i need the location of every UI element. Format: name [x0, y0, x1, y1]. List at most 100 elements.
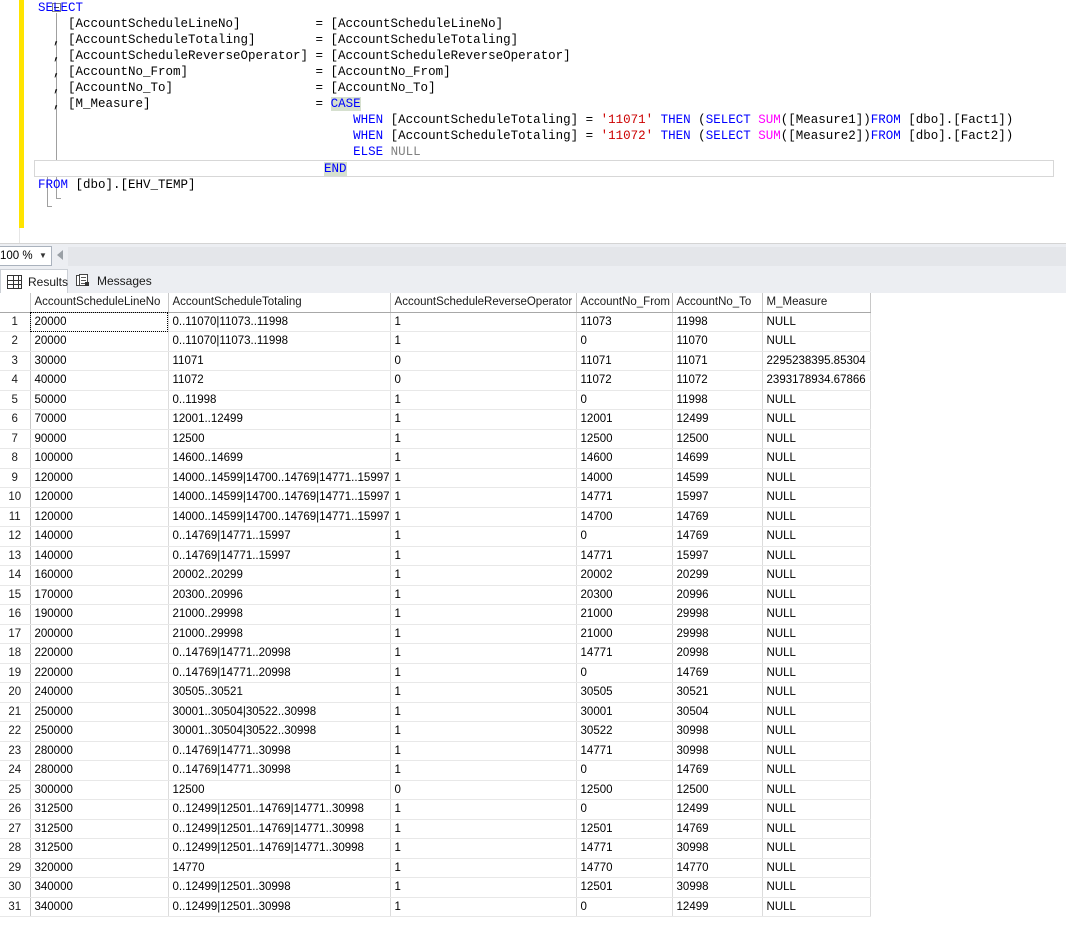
table-cell[interactable]: 21000..29998	[168, 624, 391, 644]
table-cell[interactable]: 15997	[672, 487, 763, 508]
table-cell[interactable]: 20996	[672, 585, 763, 605]
row-number-cell[interactable]: 8	[0, 448, 31, 469]
table-cell[interactable]: 0	[576, 526, 673, 547]
row-number-cell[interactable]: 26	[0, 799, 31, 820]
table-cell[interactable]: 0..11070|11073..11998	[168, 312, 391, 332]
table-cell[interactable]: NULL	[762, 643, 871, 664]
table-row[interactable]: 8 100000 14600..14699 1 14600 14699 NULL	[0, 448, 871, 469]
table-cell[interactable]: 1	[390, 312, 577, 332]
row-number-cell[interactable]: 27	[0, 819, 31, 839]
table-cell[interactable]: 140000	[30, 526, 169, 547]
table-cell[interactable]: 1	[390, 858, 577, 878]
table-cell[interactable]: 0	[390, 351, 577, 371]
table-row[interactable]: 18 220000 0..14769|14771..20998 1 14771 20998…	[0, 643, 871, 664]
table-cell[interactable]: 1	[390, 819, 577, 839]
code-line[interactable]: ELSE NULL	[38, 144, 1066, 160]
table-cell[interactable]: 30000	[30, 351, 169, 371]
table-cell[interactable]: NULL	[762, 409, 871, 430]
table-cell[interactable]: 0..14769|14771..20998	[168, 663, 391, 683]
row-number-cell[interactable]: 5	[0, 390, 31, 410]
row-number-cell[interactable]: 17	[0, 624, 31, 644]
table-cell[interactable]: 0..11998	[168, 390, 391, 410]
table-cell[interactable]: 0..12499|12501..14769|14771..30998	[168, 838, 391, 859]
table-cell[interactable]: 11071	[576, 351, 673, 371]
table-cell[interactable]: NULL	[762, 565, 871, 586]
table-cell[interactable]: 1	[390, 643, 577, 664]
table-cell[interactable]: 30998	[672, 877, 763, 898]
table-cell[interactable]: NULL	[762, 507, 871, 527]
table-cell[interactable]: NULL	[762, 741, 871, 761]
table-cell[interactable]: 0..12499|12501..30998	[168, 877, 391, 898]
code-line[interactable]: , [AccountNo_From] = [AccountNo_From]	[38, 64, 1066, 80]
table-cell[interactable]: 0	[576, 897, 673, 917]
table-cell[interactable]: 14000..14599|14700..14769|14771..15997	[168, 507, 391, 527]
column-header-accountschedulelineno[interactable]: AccountScheduleLineNo	[30, 293, 169, 313]
table-cell[interactable]: NULL	[762, 819, 871, 839]
zoom-level-dropdown[interactable]: 100 % ▼	[0, 246, 52, 266]
table-cell[interactable]: 0	[390, 780, 577, 800]
table-cell[interactable]: 11071	[168, 351, 391, 371]
table-cell[interactable]: 12500	[672, 780, 763, 800]
column-header-accountschedulereverseoperator[interactable]: AccountScheduleReverseOperator	[390, 293, 577, 313]
horizontal-split-handle[interactable]	[57, 250, 63, 260]
table-cell[interactable]: 1	[390, 409, 577, 430]
table-cell[interactable]: 21000..29998	[168, 604, 391, 625]
table-cell[interactable]: 14699	[672, 448, 763, 469]
code-line[interactable]: , [AccountNo_To] = [AccountNo_To]	[38, 80, 1066, 96]
table-cell[interactable]: 12500	[576, 780, 673, 800]
table-cell[interactable]: 14771	[576, 643, 673, 664]
table-cell[interactable]: 312500	[30, 799, 169, 820]
row-number-cell[interactable]: 16	[0, 604, 31, 625]
table-row[interactable]: 1 20000 0..11070|11073..11998 1 11073 11998 NU…	[0, 312, 871, 332]
code-line[interactable]: SELECT	[38, 0, 1066, 16]
table-cell[interactable]: 12499	[672, 799, 763, 820]
table-cell[interactable]: NULL	[762, 624, 871, 644]
table-cell[interactable]: 29998	[672, 604, 763, 625]
table-cell[interactable]: 12499	[672, 897, 763, 917]
row-number-cell[interactable]: 31	[0, 897, 31, 917]
table-cell[interactable]: 0	[576, 331, 673, 352]
row-number-cell[interactable]: 29	[0, 858, 31, 878]
table-cell[interactable]: NULL	[762, 702, 871, 722]
table-cell[interactable]: NULL	[762, 429, 871, 449]
table-cell[interactable]: 90000	[30, 429, 169, 449]
splitter-track[interactable]	[68, 247, 1066, 266]
table-cell[interactable]: 1	[390, 624, 577, 644]
table-row[interactable]: 10 120000 14000..14599|14700..14769|14771.…	[0, 487, 871, 508]
table-cell[interactable]: 20000	[30, 331, 169, 352]
table-cell[interactable]: 14000	[576, 468, 673, 488]
column-header-accountno-from[interactable]: AccountNo_From	[576, 293, 673, 313]
table-row[interactable]: 15 170000 20300..20996 1 20300 20996 NULL	[0, 585, 871, 605]
table-cell[interactable]: 1	[390, 546, 577, 566]
table-cell[interactable]: NULL	[762, 682, 871, 703]
table-cell[interactable]: 340000	[30, 877, 169, 898]
table-cell[interactable]: NULL	[762, 858, 871, 878]
table-cell[interactable]: 1	[390, 741, 577, 761]
row-number-cell[interactable]: 4	[0, 370, 31, 391]
table-cell[interactable]: NULL	[762, 799, 871, 820]
table-cell[interactable]: 40000	[30, 370, 169, 391]
table-row[interactable]: 13 140000 0..14769|14771..15997 1 14771 15997…	[0, 546, 871, 566]
table-cell[interactable]: 20300..20996	[168, 585, 391, 605]
table-cell[interactable]: 14700	[576, 507, 673, 527]
table-cell[interactable]: 14771	[576, 741, 673, 761]
code-line[interactable]: , [M_Measure] = CASE	[38, 96, 1066, 112]
table-cell[interactable]: 0..11070|11073..11998	[168, 331, 391, 352]
table-cell[interactable]: 1	[390, 585, 577, 605]
table-cell[interactable]: 240000	[30, 682, 169, 703]
table-cell[interactable]: 1	[390, 663, 577, 683]
table-cell[interactable]: 12500	[168, 429, 391, 449]
tab-results[interactable]: Results	[0, 269, 68, 293]
table-cell[interactable]: 20998	[672, 643, 763, 664]
table-cell[interactable]: 1	[390, 838, 577, 859]
table-cell[interactable]: 1	[390, 799, 577, 820]
code-text-area[interactable]: SELECT [AccountScheduleLineNo] = [Accoun…	[34, 0, 1066, 243]
row-number-cell[interactable]: 9	[0, 468, 31, 488]
row-number-cell[interactable]: 22	[0, 721, 31, 742]
table-cell[interactable]: 21000	[576, 604, 673, 625]
table-cell[interactable]: 250000	[30, 702, 169, 722]
table-cell[interactable]: 120000	[30, 468, 169, 488]
table-cell[interactable]: 100000	[30, 448, 169, 469]
row-number-cell[interactable]: 13	[0, 546, 31, 566]
table-cell[interactable]: 0	[576, 390, 673, 410]
